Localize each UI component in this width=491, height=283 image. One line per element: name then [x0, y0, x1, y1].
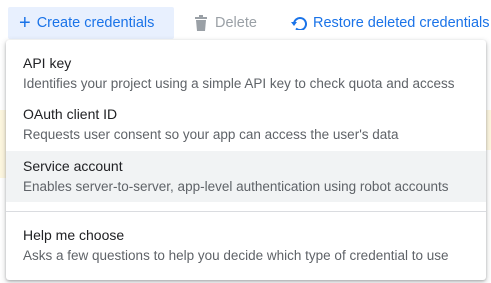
credentials-page: + Create credentials Delete Restore dele… — [0, 0, 491, 283]
restore-deleted-credentials-button[interactable]: Restore deleted credentials — [291, 7, 490, 39]
menu-item-api-key[interactable]: API key Identifies your project using a … — [6, 50, 486, 100]
create-credentials-button[interactable]: + Create credentials — [8, 7, 174, 39]
menu-item-description: Requests user consent so your app can ac… — [23, 127, 399, 142]
trash-icon — [195, 15, 207, 31]
create-credentials-menu: API key Identifies your project using a … — [6, 40, 486, 280]
menu-item-title: Service account — [23, 158, 123, 174]
menu-item-description: Enables server-to-server, app-level auth… — [23, 179, 449, 194]
toolbar: + Create credentials Delete Restore dele… — [0, 0, 491, 44]
menu-item-service-account[interactable]: Service account Enables server-to-server… — [6, 151, 486, 202]
menu-item-title: API key — [23, 55, 72, 71]
restore-label: Restore deleted credentials — [313, 15, 490, 31]
menu-item-title: Help me choose — [23, 227, 125, 243]
restore-icon — [291, 17, 307, 30]
background-banner-right — [486, 110, 491, 150]
menu-item-title: OAuth client ID — [23, 106, 118, 122]
menu-item-oauth-client-id[interactable]: OAuth client ID Requests user consent so… — [6, 100, 486, 150]
menu-item-help-me-choose[interactable]: Help me choose Asks a few questions to h… — [6, 220, 486, 272]
menu-item-description: Identifies your project using a simple A… — [23, 76, 455, 91]
menu-item-description: Asks a few questions to help you decide … — [23, 248, 449, 263]
create-credentials-label: Create credentials — [36, 15, 155, 31]
delete-button[interactable]: Delete — [194, 7, 257, 39]
menu-divider — [6, 211, 486, 212]
delete-label: Delete — [215, 15, 257, 31]
plus-icon: + — [19, 12, 31, 34]
